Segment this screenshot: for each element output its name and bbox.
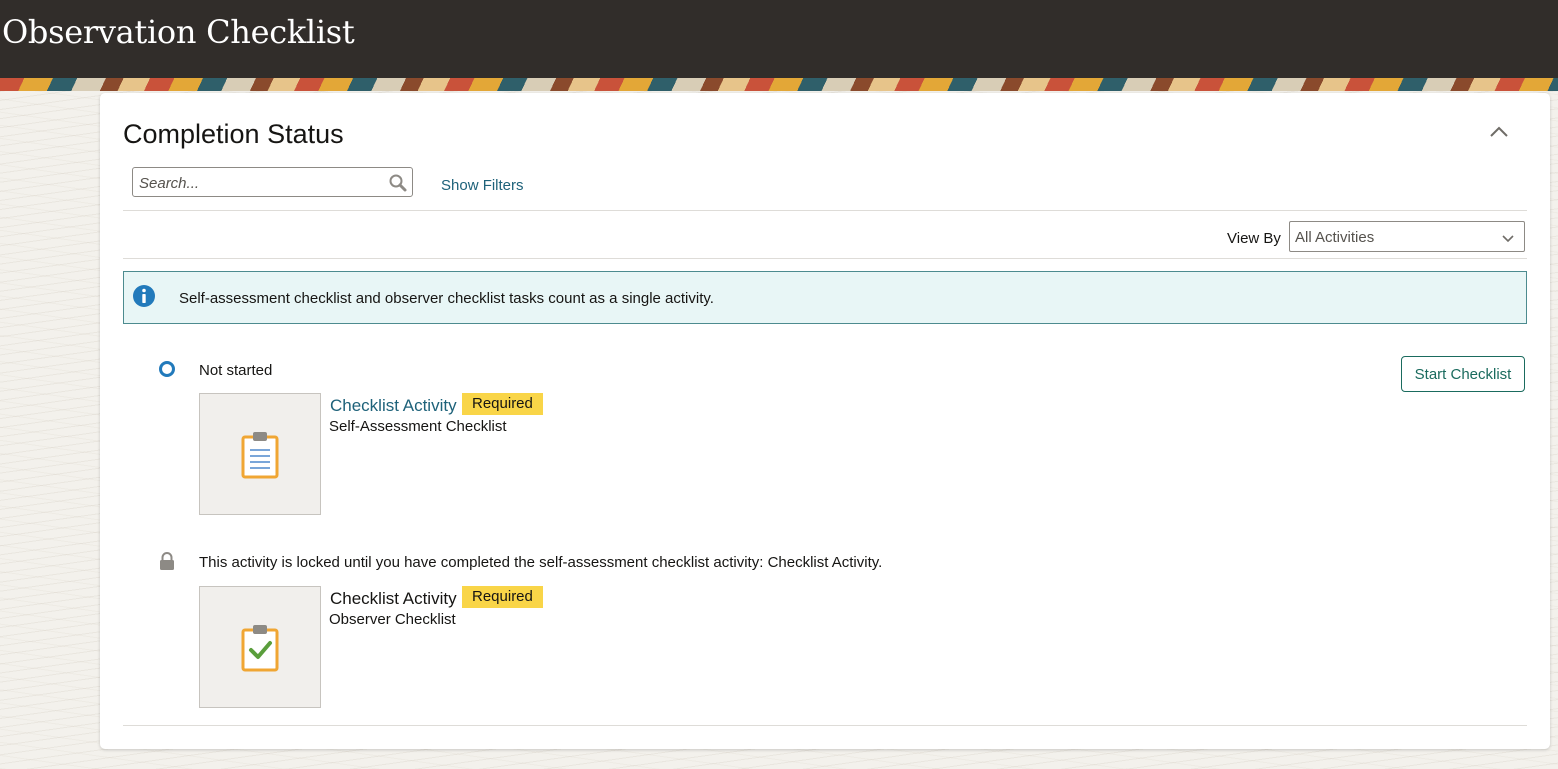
info-message-bar: Self-assessment checklist and observer c… — [123, 271, 1527, 324]
activity-type: Observer Checklist — [329, 611, 456, 628]
required-badge: Required — [462, 393, 543, 415]
completion-status-card: Completion Status Show Filters View By A… — [100, 93, 1550, 749]
activity-title: Checklist Activity — [330, 589, 457, 608]
search-icon[interactable] — [388, 173, 408, 193]
activity-type: Self-Assessment Checklist — [329, 418, 507, 435]
divider — [123, 725, 1527, 726]
view-by-label: View By — [1227, 230, 1281, 247]
activity-thumbnail — [199, 586, 321, 708]
collapse-button[interactable] — [1486, 119, 1512, 145]
activity-status: This activity is locked until you have c… — [199, 554, 883, 571]
activity-title-link[interactable]: Checklist Activity — [330, 396, 457, 416]
page-title: Observation Checklist — [2, 13, 355, 51]
start-checklist-button[interactable]: Start Checklist — [1401, 356, 1525, 392]
app-header: Observation Checklist — [0, 0, 1558, 78]
info-icon — [133, 285, 155, 307]
divider — [123, 210, 1527, 211]
section-title: Completion Status — [123, 119, 344, 149]
activity-thumbnail[interactable] — [199, 393, 321, 515]
show-filters-link[interactable]: Show Filters — [441, 177, 524, 194]
lock-icon — [160, 552, 174, 570]
clipboard-check-icon — [241, 625, 279, 672]
view-by-select[interactable]: All Activities — [1289, 221, 1525, 252]
chevron-up-icon — [1490, 126, 1508, 137]
divider — [123, 258, 1527, 259]
search-input[interactable] — [139, 173, 379, 193]
chevron-down-icon — [1502, 235, 1514, 243]
view-by-value: All Activities — [1295, 229, 1375, 246]
status-ring-icon — [159, 361, 175, 377]
info-message: Self-assessment checklist and observer c… — [179, 290, 714, 307]
required-badge: Required — [462, 586, 543, 608]
activity-status: Not started — [199, 362, 273, 379]
decorative-banner — [0, 78, 1558, 91]
clipboard-list-icon — [241, 432, 279, 479]
search-field[interactable] — [132, 167, 413, 197]
